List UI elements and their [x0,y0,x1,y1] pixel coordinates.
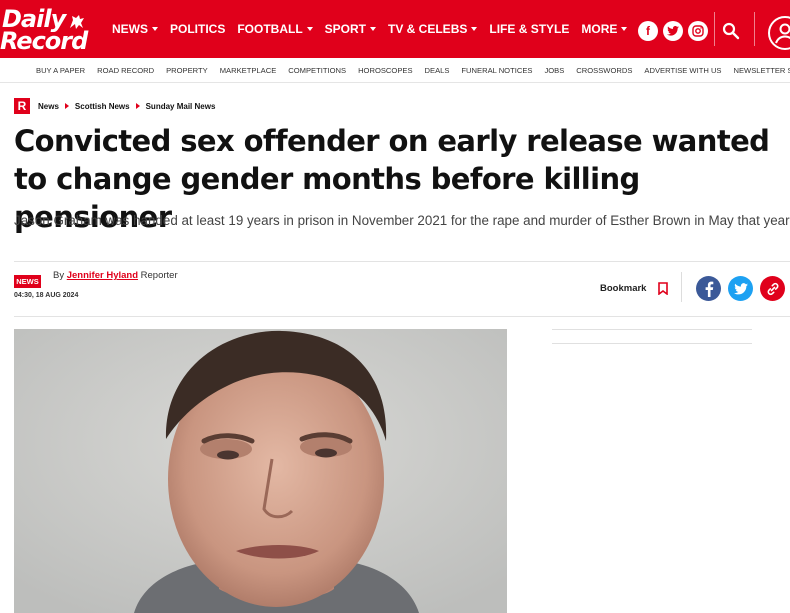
subnav-item-advertise[interactable]: ADVERTISE WITH US [644,66,721,75]
secondary-nav: BUY A PAPER ROAD RECORD PROPERTY MARKETP… [0,58,790,83]
logo-line-2: Record [0,27,88,55]
subnav-item-deals[interactable]: DEALS [425,66,450,75]
lion-rampant-icon [70,15,84,29]
header-divider [714,12,715,46]
facebook-icon[interactable]: f [638,21,658,41]
nav-label: TV & CELEBS [388,22,468,36]
main-nav: NEWS POLITICS FOOTBALL SPORT TV & CELEBS… [112,0,639,58]
subnav-item-marketplace[interactable]: MARKETPLACE [220,66,277,75]
search-icon[interactable] [722,22,740,40]
record-r-logo-icon[interactable]: R [14,98,30,114]
nav-item-life-style[interactable]: LIFE & STYLE [489,22,569,36]
chevron-down-icon [306,27,313,31]
nav-item-football[interactable]: FOOTBALL [237,22,313,36]
header-divider [754,12,755,46]
nav-label: FOOTBALL [237,22,303,36]
nav-item-politics[interactable]: POLITICS [170,22,225,36]
author-link[interactable]: Jennifer Hyland [67,270,138,281]
subnav-item-crosswords[interactable]: CROSSWORDS [576,66,632,75]
chevron-down-icon [621,27,628,31]
sidebar-divider [552,329,752,330]
breadcrumb-sunday-mail-news[interactable]: Sunday Mail News [146,102,216,111]
subnav-item-property[interactable]: PROPERTY [166,66,208,75]
mugshot-photo [14,329,507,613]
article-timestamp: 04:30, 18 AUG 2024 [14,292,79,299]
subnav-item-newsletter-signup[interactable]: NEWSLETTER SIGNUP [734,66,790,75]
nav-label: LIFE & STYLE [489,22,570,36]
subnav-item-competitions[interactable]: COMPETITIONS [288,66,346,75]
bookmark-button[interactable]: Bookmark [600,283,646,294]
account-icon[interactable] [768,16,790,50]
facebook-icon[interactable] [696,276,721,301]
chevron-right-icon [135,103,140,109]
instagram-icon[interactable] [688,21,708,41]
breadcrumb-scottish-news[interactable]: Scottish News [75,102,130,111]
nav-item-more[interactable]: MORE [581,22,628,36]
nav-item-tv-celebs[interactable]: TV & CELEBS [388,22,478,36]
subnav-item-horoscopes[interactable]: HOROSCOPES [358,66,412,75]
nav-item-news[interactable]: NEWS [112,22,158,36]
subnav-item-buy-a-paper[interactable]: BUY A PAPER [36,66,85,75]
nav-label: SPORT [324,22,367,36]
author-role: Reporter [140,270,178,281]
byline-bar: NEWS By Jennifer Hyland Reporter 04:30, … [14,261,790,317]
subnav-item-jobs[interactable]: JOBS [544,66,564,75]
byline-prefix: By [53,270,65,281]
link-icon[interactable] [760,276,785,301]
share-divider [681,272,682,302]
nav-label: NEWS [112,22,148,36]
site-header: Daily Record NEWS POLITICS FOOTBALL SPOR… [0,0,790,58]
bookmark-icon[interactable] [658,282,668,295]
twitter-icon[interactable] [728,276,753,301]
nav-item-sport[interactable]: SPORT [324,22,377,36]
sidebar-divider [552,343,752,344]
chevron-down-icon [370,27,377,31]
byline: By Jennifer Hyland Reporter [53,270,178,281]
subnav-item-road-record[interactable]: ROAD RECORD [97,66,154,75]
site-logo[interactable]: Daily Record [0,4,100,56]
section-badge: NEWS [14,275,41,288]
chevron-down-icon [471,27,478,31]
breadcrumb-news[interactable]: News [38,102,59,111]
nav-label: MORE [581,22,618,36]
twitter-icon[interactable] [663,21,683,41]
article-hero-image[interactable] [14,329,507,613]
subnav-item-funeral-notices[interactable]: FUNERAL NOTICES [461,66,532,75]
chevron-right-icon [64,103,69,109]
chevron-down-icon [152,27,158,31]
breadcrumb: R News Scottish News Sunday Mail News [14,98,215,114]
nav-label: POLITICS [170,22,226,36]
article-standfirst: Jason Graham was handed at least 19 year… [14,213,790,228]
